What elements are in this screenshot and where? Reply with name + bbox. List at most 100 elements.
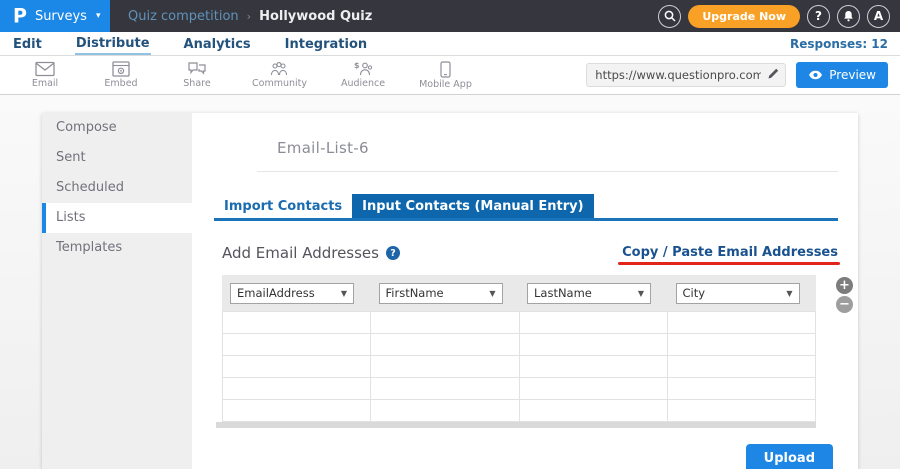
- edit-url-pencil-icon[interactable]: [767, 67, 780, 80]
- select-caret-icon: ▼: [489, 289, 495, 298]
- table-row: [223, 312, 816, 334]
- community-icon: [269, 61, 289, 77]
- select-caret-icon: ▼: [638, 289, 644, 298]
- contact-cell[interactable]: [371, 378, 519, 400]
- channel-community[interactable]: Community: [252, 61, 307, 90]
- email-panel: Compose Sent Scheduled Lists Templates E…: [42, 113, 858, 469]
- table-row: [223, 334, 816, 356]
- contact-cell[interactable]: [519, 334, 667, 356]
- account-avatar[interactable]: A: [867, 5, 890, 28]
- channel-share[interactable]: Share: [176, 61, 218, 90]
- contact-cell[interactable]: [667, 334, 815, 356]
- sidebar-item-templates[interactable]: Templates: [42, 233, 192, 263]
- top-bar: P Surveys ▾ Quiz competition › Hollywood…: [0, 0, 900, 32]
- contact-cell[interactable]: [667, 356, 815, 378]
- channel-label: Community: [252, 78, 307, 89]
- svg-text:$: $: [354, 61, 360, 70]
- column-cell: LastName ▼: [519, 283, 668, 304]
- avatar-letter: A: [874, 9, 883, 23]
- column-select-firstname[interactable]: FirstName ▼: [379, 283, 503, 304]
- select-caret-icon: ▼: [786, 289, 792, 298]
- channel-audience[interactable]: $ Audience: [341, 61, 385, 90]
- contact-cell[interactable]: [223, 400, 371, 422]
- contact-cell[interactable]: [519, 312, 667, 334]
- contact-cell[interactable]: [519, 400, 667, 422]
- mobile-app-icon: [440, 61, 451, 78]
- contact-cell[interactable]: [223, 312, 371, 334]
- table-row: [223, 400, 816, 422]
- contact-cell[interactable]: [371, 400, 519, 422]
- channel-label: Share: [183, 78, 210, 89]
- topbar-actions: Upgrade Now ? A: [658, 5, 900, 28]
- horizontal-scrollbar[interactable]: [216, 422, 816, 428]
- content-area: Compose Sent Scheduled Lists Templates E…: [0, 95, 900, 469]
- channel-mobile-app[interactable]: Mobile App: [419, 61, 472, 90]
- responses-count[interactable]: Responses: 12: [790, 37, 888, 51]
- breadcrumb: Quiz competition › Hollywood Quiz: [128, 9, 372, 24]
- channel-label: Email: [32, 78, 58, 89]
- channel-label: Mobile App: [419, 79, 472, 90]
- upload-row: Upload: [192, 428, 858, 469]
- audience-icon: $: [353, 61, 373, 77]
- column-select-emailaddress[interactable]: EmailAddress ▼: [230, 283, 354, 304]
- list-title: Email-List-6: [192, 113, 858, 157]
- channel-embed[interactable]: Embed: [100, 61, 142, 90]
- tab-input-contacts-manual[interactable]: Input Contacts (Manual Entry): [352, 194, 593, 218]
- contact-cell[interactable]: [519, 356, 667, 378]
- product-name: Surveys: [35, 9, 87, 24]
- contact-cell[interactable]: [371, 356, 519, 378]
- column-select-lastname[interactable]: LastName ▼: [527, 283, 651, 304]
- column-select-city[interactable]: City ▼: [676, 283, 800, 304]
- breadcrumb-separator: ›: [247, 10, 251, 23]
- column-cell: EmailAddress ▼: [222, 283, 371, 304]
- add-column-button[interactable]: +: [836, 277, 853, 294]
- upgrade-now-button[interactable]: Upgrade Now: [688, 5, 800, 28]
- share-icon: [187, 61, 207, 77]
- contact-cell[interactable]: [667, 378, 815, 400]
- email-icon: [35, 61, 55, 77]
- breadcrumb-parent[interactable]: Quiz competition: [128, 9, 239, 24]
- help-tooltip-icon[interactable]: ?: [386, 246, 400, 260]
- bell-icon: [843, 10, 854, 22]
- select-value: City: [683, 286, 706, 300]
- title-divider: [257, 171, 838, 172]
- list-detail-card: Email-List-6 Import Contacts Input Conta…: [192, 113, 858, 469]
- contact-cell[interactable]: [371, 334, 519, 356]
- upload-button[interactable]: Upload: [746, 444, 833, 469]
- channel-label: Embed: [104, 78, 137, 89]
- contacts-tabbar: Import Contacts Input Contacts (Manual E…: [214, 194, 838, 221]
- contacts-grid-zone: EmailAddress ▼ FirstName ▼ LastName: [222, 275, 816, 428]
- help-button[interactable]: ?: [807, 5, 830, 28]
- embed-icon: [112, 61, 130, 77]
- contact-cell[interactable]: [667, 400, 815, 422]
- eye-icon: [808, 70, 823, 80]
- contact-cell[interactable]: [667, 312, 815, 334]
- add-email-addresses-title: Add Email Addresses: [222, 244, 379, 262]
- sidebar-item-lists[interactable]: Lists: [42, 203, 192, 233]
- sidebar-item-scheduled[interactable]: Scheduled: [42, 173, 192, 203]
- notifications-button[interactable]: [837, 5, 860, 28]
- nav-tab-integration[interactable]: Integration: [284, 34, 368, 54]
- sidebar-item-compose[interactable]: Compose: [42, 113, 192, 143]
- survey-url-input[interactable]: [586, 63, 786, 87]
- contact-cell[interactable]: [223, 378, 371, 400]
- remove-column-button[interactable]: −: [836, 296, 853, 313]
- channel-email[interactable]: Email: [24, 61, 66, 90]
- preview-button[interactable]: Preview: [796, 62, 888, 88]
- contacts-entry-table: [222, 311, 816, 422]
- contact-cell[interactable]: [223, 334, 371, 356]
- nav-tab-edit[interactable]: Edit: [12, 34, 43, 54]
- surveys-menu[interactable]: P Surveys ▾: [0, 0, 110, 32]
- select-value: EmailAddress: [237, 286, 315, 300]
- copy-paste-link-underline: Copy / Paste Email Addresses: [622, 241, 838, 265]
- contact-cell[interactable]: [519, 378, 667, 400]
- tab-import-contacts[interactable]: Import Contacts: [214, 194, 352, 218]
- sidebar-item-sent[interactable]: Sent: [42, 143, 192, 173]
- copy-paste-email-addresses-link[interactable]: Copy / Paste Email Addresses: [622, 245, 838, 260]
- section-title-group: Add Email Addresses ?: [222, 244, 400, 262]
- contact-cell[interactable]: [223, 356, 371, 378]
- contact-cell[interactable]: [371, 312, 519, 334]
- search-button[interactable]: [658, 5, 681, 28]
- nav-tab-analytics[interactable]: Analytics: [183, 34, 252, 54]
- nav-tab-distribute[interactable]: Distribute: [75, 33, 151, 55]
